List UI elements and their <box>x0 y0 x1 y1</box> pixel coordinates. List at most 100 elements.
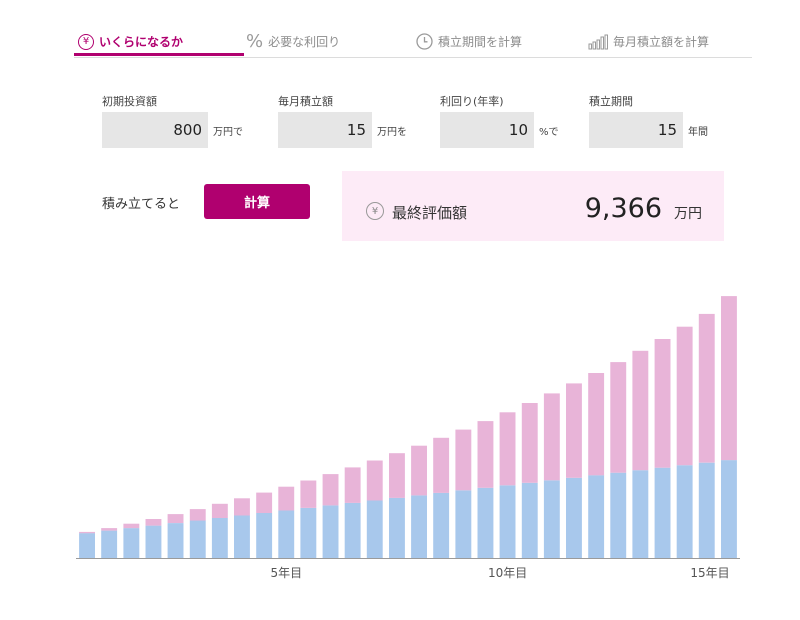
bar-gain <box>189 509 206 521</box>
x-tick-label: 15年目 <box>690 566 729 580</box>
bar-principal <box>654 467 671 558</box>
bar-principal <box>344 502 361 558</box>
bar-principal <box>521 482 538 558</box>
bar-gain <box>300 480 317 508</box>
calc-prompt-label: 積み立てると <box>102 197 181 212</box>
bar-principal <box>366 500 383 558</box>
bar-gain <box>588 373 605 476</box>
bar-principal <box>256 513 273 558</box>
annual-rate-input[interactable]: 10 <box>440 112 534 148</box>
growth-bar-chart: 5年目 10年目 15年目 <box>76 296 740 580</box>
annual-rate-unit: %で <box>539 126 559 138</box>
calculate-button[interactable]: 計算 <box>204 184 310 219</box>
bar-gain <box>433 437 450 493</box>
final-value-label: 最終評価額 <box>392 204 468 222</box>
bar-principal <box>278 510 295 558</box>
bar-gain <box>366 460 383 501</box>
bar-gain <box>101 528 118 531</box>
bar-principal <box>145 525 162 558</box>
bar-principal <box>477 487 494 558</box>
monthly-contribution-label: 毎月積立額 <box>278 95 333 108</box>
active-tab-indicator <box>74 53 244 56</box>
period-input[interactable]: 15 <box>589 112 683 148</box>
bar-gain <box>123 523 140 529</box>
result-panel: ¥ 最終評価額 9,366 万円 <box>342 171 724 241</box>
bar-gain <box>389 453 405 498</box>
bar-gain <box>455 429 472 491</box>
tab-label: 毎月積立額を計算 <box>613 35 710 49</box>
tab-required-yield[interactable]: % 必要な利回り <box>246 26 340 57</box>
bar-principal <box>411 495 427 558</box>
bar-principal <box>632 470 649 558</box>
bar-principal <box>566 477 582 558</box>
bar-principal <box>499 485 516 558</box>
bar-gain <box>654 339 671 468</box>
tab-label: 必要な利回り <box>268 35 341 49</box>
bar-gain <box>256 492 273 513</box>
final-value-unit: 万円 <box>674 206 702 222</box>
annual-rate-field: 利回り(年率) 10 %で <box>440 93 559 148</box>
bar-gain <box>610 362 627 473</box>
monthly-contribution-field: 毎月積立額 15 万円を <box>278 93 407 148</box>
bar-principal <box>300 508 317 558</box>
bar-gain <box>278 486 295 511</box>
yen-circle-icon: ¥ <box>78 33 94 50</box>
bar-principal <box>698 462 715 558</box>
period-label: 積立期間 <box>589 95 633 108</box>
tab-label: いくらになるか <box>99 35 184 49</box>
final-value-amount: 9,366 <box>584 193 662 224</box>
bar-principal <box>721 460 737 558</box>
bar-principal <box>79 533 95 558</box>
bar-principal <box>610 472 627 558</box>
bar-principal <box>189 520 206 558</box>
bar-gain <box>632 350 649 471</box>
monthly-contribution-input[interactable]: 15 <box>278 112 372 148</box>
bar-gain <box>499 412 516 486</box>
bar-principal <box>167 523 184 558</box>
bar-principal <box>389 497 405 558</box>
percent-icon: % <box>246 31 264 52</box>
x-tick-label: 10年目 <box>488 566 527 580</box>
yen-circle-icon: ¥ <box>366 202 384 220</box>
clock-icon <box>416 33 433 50</box>
initial-investment-field: 初期投資額 800 万円で <box>102 93 243 148</box>
bar-gain <box>344 467 361 503</box>
bar-principal <box>322 505 339 558</box>
bar-gain <box>521 403 538 483</box>
bar-principal <box>234 515 250 558</box>
bar-principal <box>676 465 693 558</box>
bar-chart-icon <box>588 34 608 50</box>
bar-principal <box>543 480 560 558</box>
bar-principal <box>101 530 118 558</box>
x-tick-label: 5年目 <box>270 566 302 580</box>
bar-principal <box>123 528 140 558</box>
calculator-tabs: ¥ いくらになるか % 必要な利回り 積立期間を計算 毎月積立額を計算 <box>74 26 752 58</box>
bar-gain <box>211 503 228 518</box>
bar-gain <box>145 519 162 526</box>
bar-principal <box>433 492 450 558</box>
bar-gain <box>721 296 737 461</box>
bar-gain <box>698 313 715 463</box>
bar-gain <box>566 383 582 478</box>
period-field: 積立期間 15 年間 <box>589 93 708 148</box>
monthly-contribution-unit: 万円を <box>377 126 407 138</box>
bar-gain <box>477 421 494 488</box>
initial-investment-label: 初期投資額 <box>102 95 157 108</box>
bar-principal <box>588 475 605 558</box>
initial-investment-input[interactable]: 800 <box>102 112 208 148</box>
initial-investment-unit: 万円で <box>213 126 243 138</box>
bar-principal <box>455 490 472 558</box>
bar-gain <box>411 445 427 496</box>
bar-gain <box>234 498 250 516</box>
bar-gain <box>676 326 693 466</box>
tab-calc-monthly[interactable]: 毎月積立額を計算 <box>588 26 709 57</box>
bar-gain <box>167 514 184 523</box>
bar-gain <box>543 393 560 481</box>
bar-principal <box>211 518 228 558</box>
period-unit: 年間 <box>688 126 708 138</box>
bar-gain <box>79 531 95 534</box>
tab-calc-period[interactable]: 積立期間を計算 <box>416 26 522 57</box>
bar-gain <box>322 474 339 506</box>
annual-rate-label: 利回り(年率) <box>440 95 504 108</box>
tab-label: 積立期間を計算 <box>438 35 523 49</box>
